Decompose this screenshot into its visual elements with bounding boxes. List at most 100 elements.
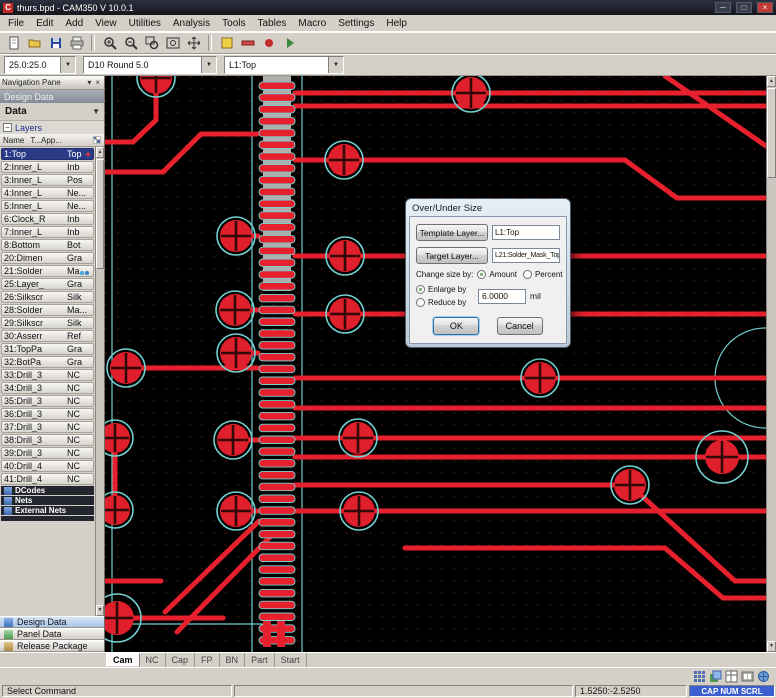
collapse-icon[interactable]: − — [3, 123, 12, 132]
menu-utilities[interactable]: Utilities — [123, 17, 167, 30]
save-icon[interactable] — [46, 34, 65, 52]
close-button[interactable]: × — [757, 2, 773, 13]
measure-icon[interactable] — [238, 34, 257, 52]
layer-row-20:Dimen[interactable]: 20:DimenGra — [1, 252, 94, 264]
ok-button[interactable]: OK — [433, 317, 479, 335]
pan-icon[interactable] — [184, 34, 203, 52]
layer-row-7:Inner_L[interactable]: 7:Inner_LInb — [1, 226, 94, 238]
tab-fp[interactable]: FP — [195, 653, 220, 667]
open-file-icon[interactable] — [25, 34, 44, 52]
layer-row-39:Drill_3[interactable]: 39:Drill_3NC — [1, 447, 94, 459]
menu-view[interactable]: View — [89, 17, 123, 30]
close-pane-icon[interactable]: × — [93, 78, 102, 87]
tab-cap[interactable]: Cap — [166, 653, 196, 667]
layer-row-5:Inner_L[interactable]: 5:Inner_LNe... — [1, 200, 94, 212]
menu-file[interactable]: File — [2, 17, 30, 30]
grid-icon[interactable] — [693, 670, 706, 683]
world-view-icon[interactable] — [757, 670, 770, 683]
layer-row-8:Bottom[interactable]: 8:BottomBot — [1, 239, 94, 251]
layer-row-3:Inner_L[interactable]: 3:Inner_LPos — [1, 174, 94, 186]
target-layer-field[interactable]: L21:Solder_Mask_Top — [492, 248, 560, 263]
zoom-all-icon[interactable] — [163, 34, 182, 52]
menu-macro[interactable]: Macro — [292, 17, 332, 30]
layer-row-34:Drill_3[interactable]: 34:Drill_3NC — [1, 382, 94, 394]
active-layer-combo[interactable]: L1:Top ▼ — [224, 56, 344, 74]
amount-radio[interactable]: Amount — [477, 270, 517, 279]
layer-row-21:Solder[interactable]: 21:SolderMa... — [1, 265, 94, 277]
zoom-out-icon[interactable] — [121, 34, 140, 52]
tree-item-nets[interactable]: Nets — [1, 496, 94, 505]
layer-row-36:Drill_3[interactable]: 36:Drill_3NC — [1, 408, 94, 420]
layer-row-28:Solder[interactable]: 28:SolderMa... — [1, 304, 94, 316]
minimize-button[interactable]: ─ — [715, 2, 731, 13]
scroll-up-icon[interactable]: ▲ — [96, 147, 104, 158]
menu-add[interactable]: Add — [59, 17, 89, 30]
layer-list-column-header[interactable]: Name T...App... — [0, 134, 104, 147]
tree-item-dcodes[interactable]: DCodes — [1, 486, 94, 495]
cancel-button[interactable]: Cancel — [497, 317, 543, 335]
zoom-window-icon[interactable] — [142, 34, 161, 52]
layer-row-31:TopPa[interactable]: 31:TopPaGra — [1, 343, 94, 355]
nav-button-panel-data[interactable]: Panel Data — [0, 628, 104, 640]
layer-row-30:Asserr[interactable]: 30:AsserrRef — [1, 330, 94, 342]
template-layer-field[interactable]: L1:Top — [492, 225, 560, 240]
enlarge-radio[interactable]: Enlarge by — [416, 285, 472, 294]
layer-row-40:Drill_4[interactable]: 40:Drill_4NC — [1, 460, 94, 472]
scrollbar-thumb[interactable] — [767, 88, 776, 178]
menu-edit[interactable]: Edit — [30, 17, 59, 30]
layers-tree-header[interactable]: − Layers — [0, 121, 104, 134]
chevron-down-icon[interactable]: ▼ — [328, 57, 343, 73]
layer-row-2:Inner_L[interactable]: 2:Inner_LInb — [1, 161, 94, 173]
scroll-down-icon[interactable]: ▼ — [96, 605, 104, 616]
template-layer-button[interactable]: Template Layer... — [416, 224, 488, 241]
tables-icon[interactable] — [725, 670, 738, 683]
menu-help[interactable]: Help — [380, 17, 413, 30]
scrollbar-thumb[interactable] — [96, 159, 104, 269]
menu-settings[interactable]: Settings — [332, 17, 380, 30]
zoom-in-icon[interactable] — [100, 34, 119, 52]
percent-radio[interactable]: Percent — [523, 270, 563, 279]
menu-analysis[interactable]: Analysis — [167, 17, 216, 30]
layer-row-1:Top[interactable]: 1:TopTop+ — [1, 148, 94, 160]
menu-tables[interactable]: Tables — [252, 17, 293, 30]
dialog-titlebar[interactable]: Over/Under Size — [409, 201, 567, 216]
layer-row-41:Drill_4[interactable]: 41:Drill_4NC — [1, 473, 94, 485]
tab-nc[interactable]: NC — [140, 653, 166, 667]
layer-row-33:Drill_3[interactable]: 33:Drill_3NC — [1, 369, 94, 381]
sidebar-scrollbar[interactable]: ▲ ▼ — [95, 147, 104, 616]
layers-icon[interactable] — [709, 670, 722, 683]
layer-row-6:Clock_R[interactable]: 6:Clock_RInb — [1, 213, 94, 225]
layer-row-26:Silkscr[interactable]: 26:SilkscrSilk — [1, 291, 94, 303]
nav-button-release-package[interactable]: Release Package — [0, 640, 104, 652]
scroll-up-icon[interactable]: ▲ — [767, 76, 776, 87]
maximize-button[interactable]: □ — [736, 2, 752, 13]
print-icon[interactable] — [67, 34, 86, 52]
macro-record-icon[interactable] — [259, 34, 278, 52]
layer-row-37:Drill_3[interactable]: 37:Drill_3NC — [1, 421, 94, 433]
layer-row-25:Layer_[interactable]: 25:Layer_Gra — [1, 278, 94, 290]
tree-item-external-nets[interactable]: External Nets — [1, 506, 94, 515]
layer-row-38:Drill_3[interactable]: 38:Drill_3NC — [1, 434, 94, 446]
canvas-vertical-scrollbar[interactable]: ▲ ▼ — [766, 76, 776, 652]
dcode-combo[interactable]: D10 Round 5.0 ▼ — [83, 56, 217, 74]
layer-row-32:BotPa[interactable]: 32:BotPaGra — [1, 356, 94, 368]
grid-combo[interactable]: 25.0:25.0 ▼ — [4, 56, 76, 74]
size-value-field[interactable]: 6.0000 — [478, 289, 526, 304]
chevron-down-icon[interactable]: ▼ — [60, 57, 75, 73]
scroll-down-icon[interactable]: ▼ — [767, 641, 776, 652]
film-icon[interactable] — [741, 670, 754, 683]
layer-row-4:Inner_L[interactable]: 4:Inner_LNe... — [1, 187, 94, 199]
data-combo[interactable]: Data ▼ — [0, 103, 104, 121]
chevron-down-icon[interactable]: ▼ — [90, 107, 102, 116]
macro-play-icon[interactable] — [280, 34, 299, 52]
pcb-viewport[interactable]: Over/Under Size Template Layer... L1:Top… — [105, 76, 766, 652]
new-file-icon[interactable] — [4, 34, 23, 52]
tab-cam[interactable]: Cam — [106, 653, 140, 667]
nav-button-design-data[interactable]: Design Data — [0, 616, 104, 628]
layer-row-35:Drill_3[interactable]: 35:Drill_3NC — [1, 395, 94, 407]
target-layer-button[interactable]: Target Layer... — [416, 247, 488, 264]
highlight-icon[interactable] — [217, 34, 236, 52]
tab-start[interactable]: Start — [275, 653, 307, 667]
chevron-down-icon[interactable]: ▼ — [201, 57, 216, 73]
layer-row-29:Silkscr[interactable]: 29:SilkscrSilk — [1, 317, 94, 329]
